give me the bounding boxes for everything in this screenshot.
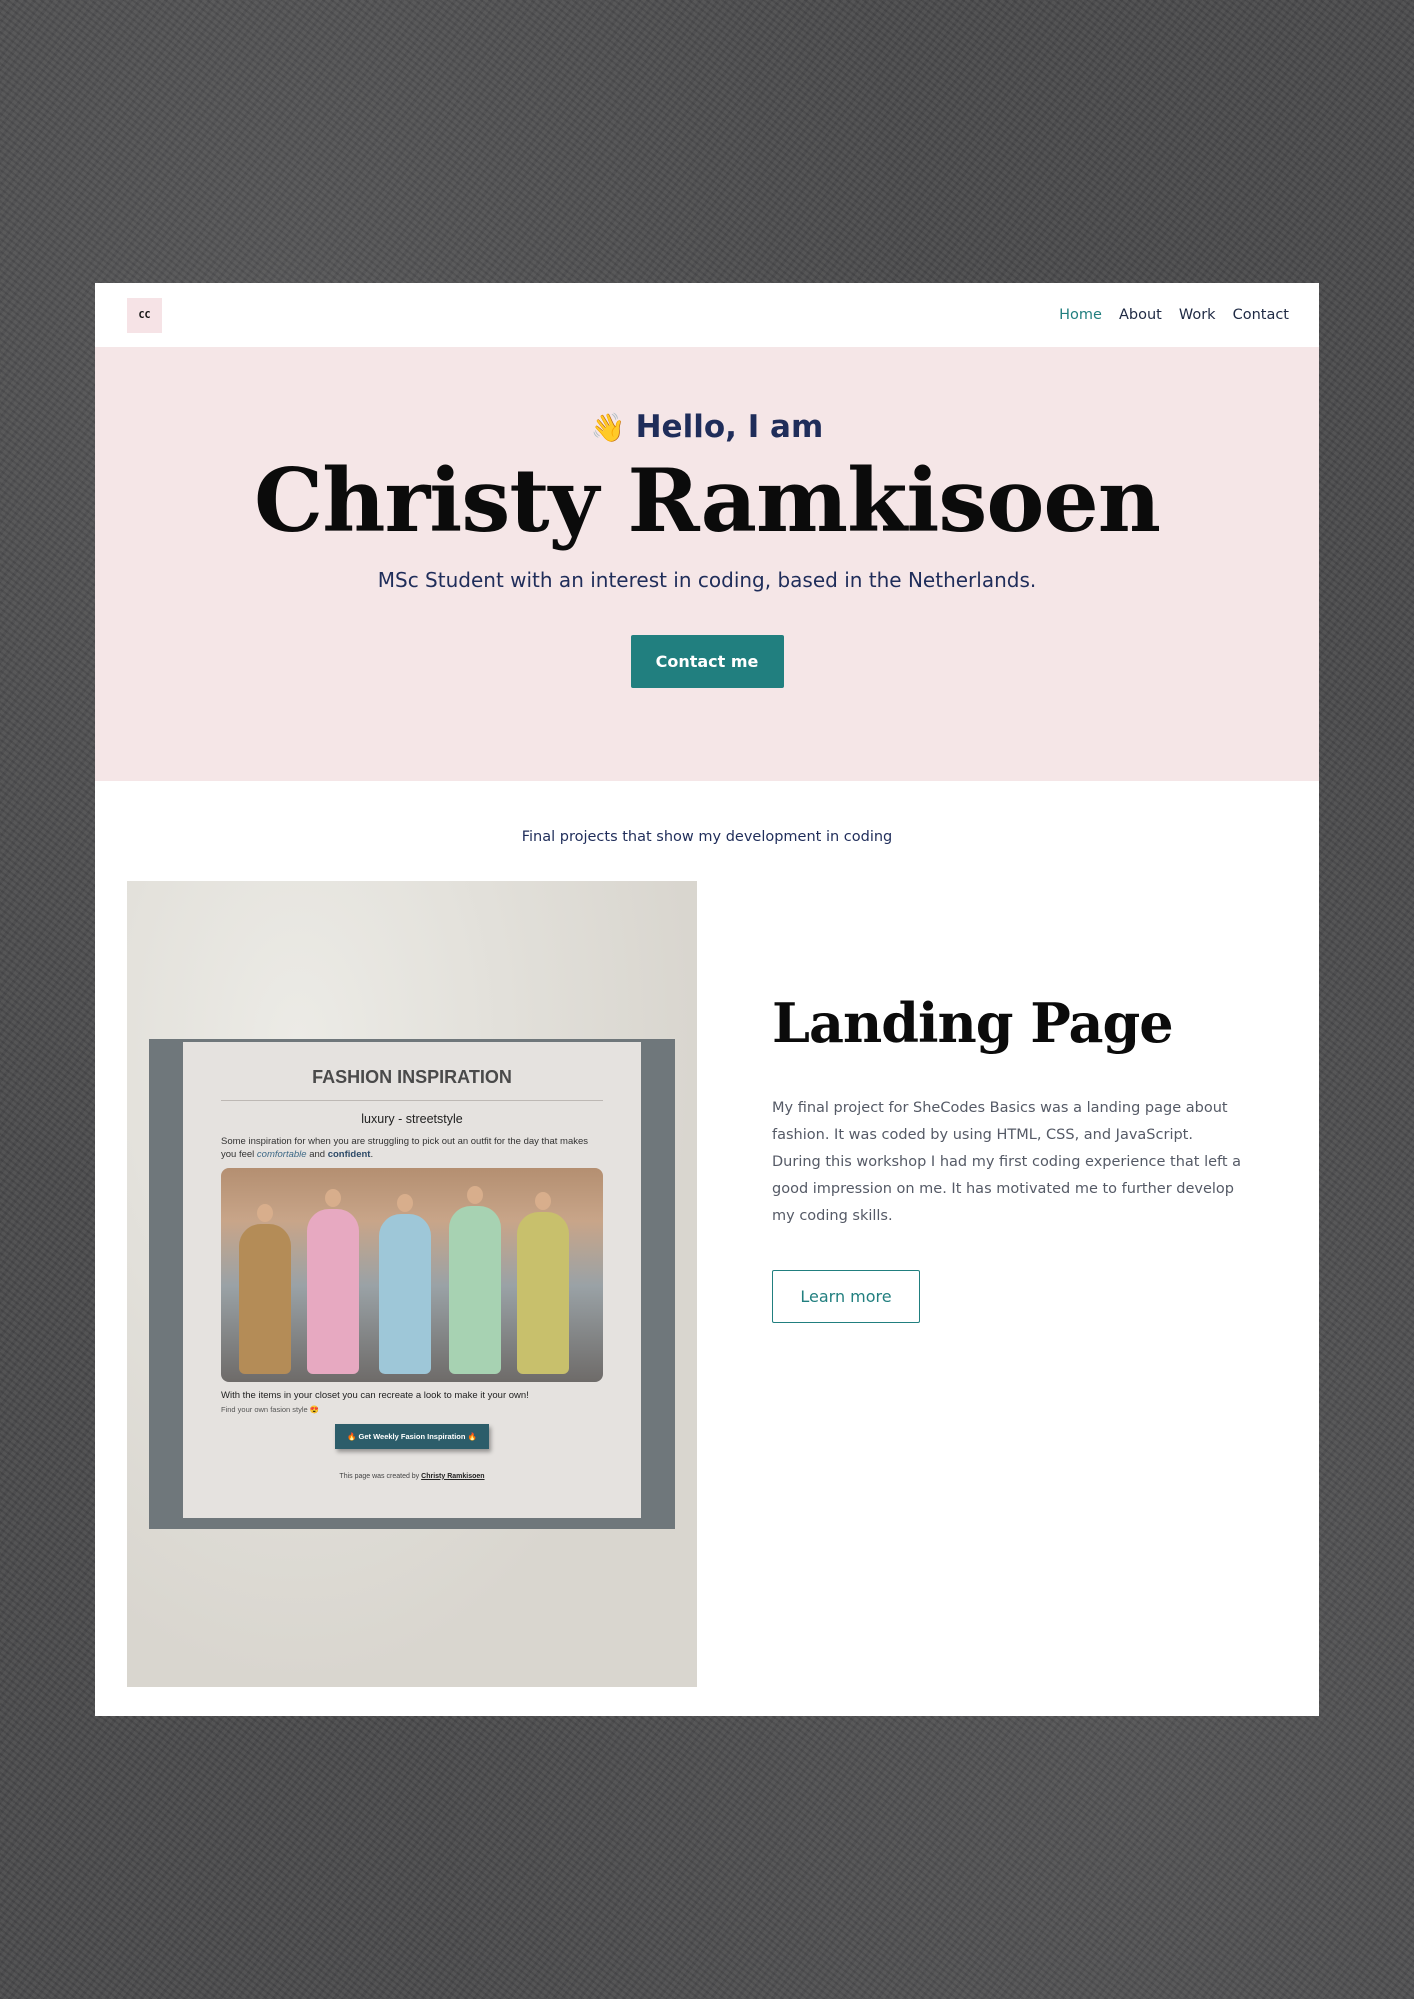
project-screenshot[interactable]: FASHION INSPIRATION luxury - streetstyle… — [127, 881, 697, 1687]
preview-footer-small: Find your own fasion style 😍 — [221, 1404, 320, 1414]
fashion-photo — [221, 1167, 603, 1382]
project-title: Landing Page — [772, 991, 1174, 1055]
nav-links: Home About Work Contact — [1059, 307, 1289, 323]
photo-figure-head — [397, 1193, 413, 1212]
preview-credit-name: Christy Ramkisoen — [421, 1472, 485, 1480]
preview-text-end: . — [370, 1149, 374, 1161]
portfolio-page: CC Home About Work Contact 👋 Hello, I am… — [95, 283, 1319, 1716]
preview-text: Some inspiration for when you are strugg… — [221, 1135, 603, 1162]
hero-section: 👋 Hello, I am Christy Ramkisoen MSc Stud… — [95, 347, 1319, 781]
hero-name: Christy Ramkisoen — [253, 449, 1161, 552]
logo-text: CC — [138, 309, 151, 321]
project-info: Landing Page My final project for SheCod… — [772, 991, 1242, 1323]
photo-figure — [239, 1223, 291, 1374]
hero-greeting: 👋 Hello, I am — [591, 409, 824, 445]
nav-link-home[interactable]: Home — [1059, 307, 1102, 323]
preview-text-strong: confident — [327, 1149, 371, 1161]
preview-credit: This page was created by Christy Ramkiso… — [221, 1473, 603, 1480]
project-description: My final project for SheCodes Basics was… — [772, 1100, 1242, 1224]
preview-credit-prefix: This page was created by — [339, 1472, 420, 1480]
nav-link-about[interactable]: About — [1119, 307, 1162, 323]
learn-more-button[interactable]: Learn more — [772, 1270, 920, 1323]
photo-figure-head — [257, 1203, 273, 1222]
waving-hand-icon: 👋 — [590, 410, 626, 444]
photo-figure-head — [535, 1191, 551, 1210]
photo-figure-head — [325, 1188, 341, 1207]
logo[interactable]: CC — [127, 297, 162, 333]
preview-cta-button: 🔥 Get Weekly Fasion Inspiration 🔥 — [335, 1423, 489, 1449]
project-card: FASHION INSPIRATION luxury - streetstyle… — [95, 881, 1319, 1687]
photo-figure — [517, 1211, 569, 1374]
top-nav: CC Home About Work Contact — [95, 283, 1319, 347]
preview-text-and: and — [309, 1149, 326, 1161]
preview-subtitle: luxury - streetstyle — [361, 1112, 463, 1126]
contact-me-button[interactable]: Contact me — [630, 635, 784, 688]
preview-sheet: FASHION INSPIRATION luxury - streetstyle… — [183, 1042, 641, 1518]
photo-figure — [307, 1208, 359, 1374]
nav-link-work[interactable]: Work — [1179, 307, 1216, 323]
photo-figure — [449, 1205, 501, 1374]
nav-link-contact[interactable]: Contact — [1233, 307, 1289, 323]
photo-figure — [379, 1213, 431, 1374]
photo-figure-head — [467, 1185, 483, 1204]
preview-title: FASHION INSPIRATION — [221, 1067, 603, 1101]
hero-tagline: MSc Student with an interest in coding, … — [377, 568, 1037, 592]
projects-intro: Final projects that show my development … — [521, 829, 893, 845]
preview-footer-line: With the items in your closet you can re… — [221, 1389, 529, 1401]
screenshot-frame: FASHION INSPIRATION luxury - streetstyle… — [149, 1039, 675, 1529]
preview-text-em: comfortable — [256, 1149, 307, 1161]
greeting-text: Hello, I am — [635, 409, 824, 445]
